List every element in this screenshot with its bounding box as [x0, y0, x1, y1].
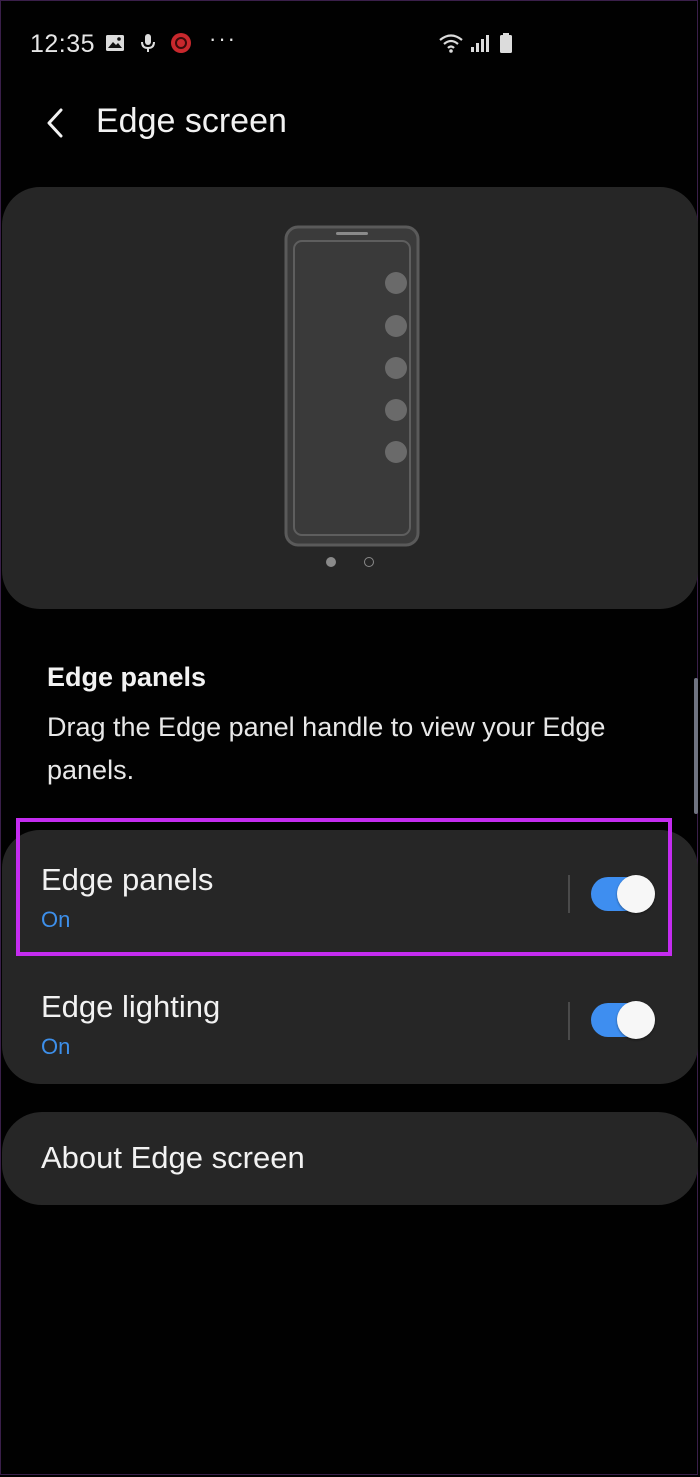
- setting-status: On: [41, 1034, 71, 1059]
- toggle-knob: [617, 1001, 655, 1039]
- page-title: Edge screen: [96, 102, 287, 140]
- signal-icon: [468, 30, 492, 56]
- wifi-icon: [438, 30, 464, 56]
- row-divider: [568, 875, 570, 913]
- page-dot-inactive: [364, 557, 374, 567]
- edge-panels-toggle[interactable]: [591, 875, 655, 913]
- status-bar: 12:35 ···: [0, 0, 700, 84]
- edge-lighting-toggle[interactable]: [591, 1001, 655, 1039]
- section-title: Edge panels: [47, 662, 207, 692]
- app-header: Edge screen: [0, 84, 700, 164]
- setting-row-edge-lighting[interactable]: Edge lighting On: [2, 957, 698, 1084]
- mic-icon: [138, 30, 158, 56]
- section-description: Drag the Edge panel handle to view your …: [47, 712, 606, 785]
- setting-row-edge-panels[interactable]: Edge panels On: [2, 830, 698, 957]
- status-time: 12:35: [30, 30, 96, 58]
- phone-illustration-icon: [284, 225, 420, 547]
- scrollbar[interactable]: [694, 678, 698, 814]
- settings-card: Edge panels On Edge lighting On: [2, 830, 698, 1084]
- app-notification-icon: [170, 30, 192, 56]
- setting-status: On: [41, 907, 71, 932]
- page-dot-active: [326, 557, 336, 567]
- gallery-icon: [104, 30, 126, 56]
- setting-title: Edge panels: [41, 862, 214, 897]
- more-notifications-icon: ···: [209, 26, 237, 51]
- page-indicator: [2, 557, 698, 567]
- setting-title: Edge lighting: [41, 989, 221, 1024]
- row-divider: [568, 1002, 570, 1040]
- about-label: About Edge screen: [41, 1140, 305, 1175]
- edge-preview-card[interactable]: [2, 187, 698, 609]
- battery-icon: [498, 30, 514, 56]
- back-button[interactable]: [30, 98, 80, 148]
- chevron-left-icon: [47, 108, 63, 138]
- about-edge-screen-item[interactable]: About Edge screen: [2, 1112, 698, 1205]
- toggle-knob: [617, 875, 655, 913]
